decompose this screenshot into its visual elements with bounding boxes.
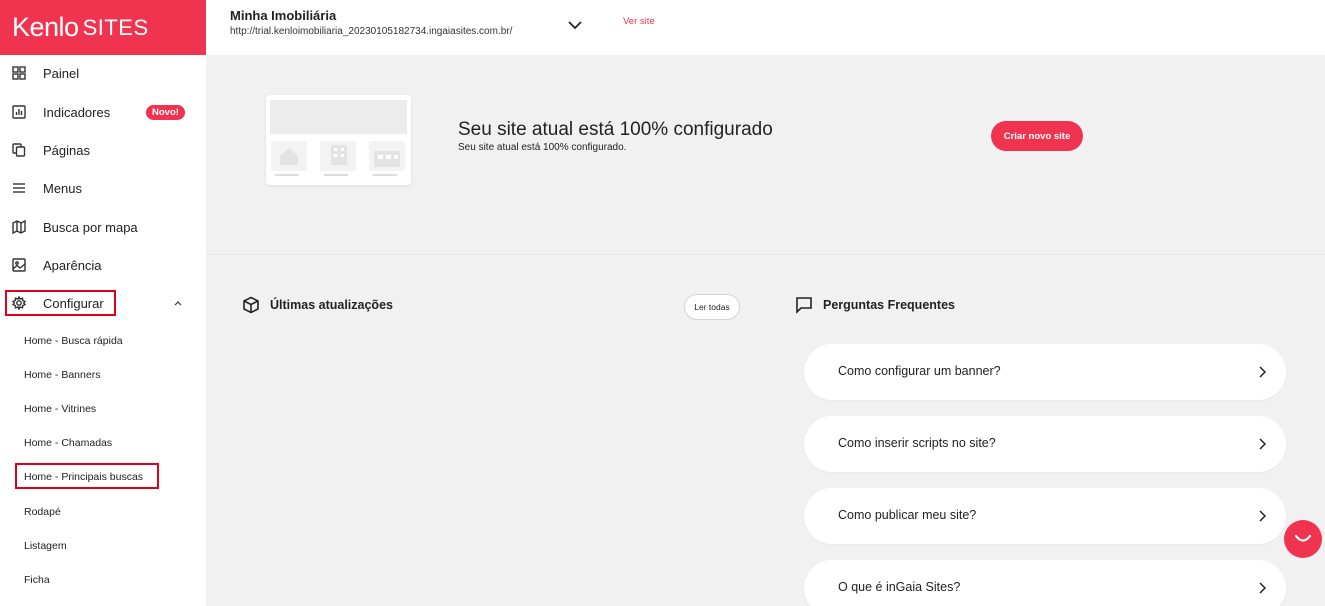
sidebar-item-label: Menus bbox=[43, 180, 83, 196]
image-icon bbox=[12, 258, 26, 272]
new-badge: Novo! bbox=[146, 105, 185, 120]
highlight-box-principais-buscas bbox=[15, 463, 159, 489]
sidebar-item-indicadores[interactable]: Indicadores Novo! bbox=[0, 95, 206, 129]
sidebar-item-painel[interactable]: Painel bbox=[0, 56, 206, 90]
faq-item-scripts[interactable]: Como inserir scripts no site? bbox=[804, 416, 1286, 472]
faq-question: Como configurar um banner? bbox=[838, 364, 1001, 378]
chevron-right-icon bbox=[1259, 438, 1266, 450]
chevron-down-icon[interactable] bbox=[566, 18, 584, 32]
chevron-up-icon[interactable] bbox=[174, 299, 182, 307]
map-icon bbox=[12, 220, 26, 234]
smile-icon bbox=[1294, 534, 1312, 542]
site-url: http://trial.kenloimobiliaria_2023010518… bbox=[230, 26, 513, 37]
subitem-listagem[interactable]: Listagem bbox=[24, 540, 67, 552]
store-icon bbox=[374, 151, 400, 167]
faq-question: Como publicar meu site? bbox=[838, 508, 977, 522]
faq-item-publicar[interactable]: Como publicar meu site? bbox=[804, 488, 1286, 544]
box-icon bbox=[243, 296, 259, 314]
top-header: Minha Imobiliária http://trial.kenloimob… bbox=[206, 0, 1325, 55]
chevron-right-icon bbox=[1259, 582, 1266, 594]
subitem-banners[interactable]: Home - Banners bbox=[24, 369, 100, 381]
faq-item-ingaia[interactable]: O que é inGaia Sites? bbox=[804, 560, 1286, 606]
house-icon bbox=[280, 148, 298, 165]
updates-header: Últimas atualizações bbox=[242, 296, 393, 314]
subitem-chamadas[interactable]: Home - Chamadas bbox=[24, 437, 112, 449]
sidebar-item-paginas[interactable]: Páginas bbox=[0, 133, 206, 167]
read-all-button[interactable]: Ler todas bbox=[684, 294, 740, 320]
sidebar: Kenlo SITES Painel Indicadores Novo! Pág… bbox=[0, 0, 206, 606]
building-icon bbox=[331, 145, 347, 165]
highlight-box-configurar bbox=[5, 290, 116, 316]
sidebar-item-label: Páginas bbox=[43, 142, 90, 158]
chevron-right-icon bbox=[1259, 366, 1266, 378]
brand-logo[interactable]: Kenlo SITES bbox=[0, 0, 206, 55]
banner-subtitle: Seu site atual está 100% configurado. bbox=[458, 142, 627, 153]
pages-icon bbox=[12, 143, 26, 157]
faq-item-banner[interactable]: Como configurar um banner? bbox=[804, 344, 1286, 400]
subitem-busca-rapida[interactable]: Home - Busca rápida bbox=[24, 335, 123, 347]
sidebar-item-busca-mapa[interactable]: Busca por mapa bbox=[0, 210, 206, 244]
chevron-right-icon bbox=[1259, 510, 1266, 522]
site-preview-illustration bbox=[266, 95, 411, 185]
faq-header: Perguntas Frequentes bbox=[795, 296, 955, 314]
subitem-rodape[interactable]: Rodapé bbox=[24, 506, 61, 518]
sidebar-item-menus[interactable]: Menus bbox=[0, 171, 206, 205]
sidebar-item-label: Aparência bbox=[43, 257, 102, 273]
sidebar-item-aparencia[interactable]: Aparência bbox=[0, 248, 206, 282]
sidebar-item-label: Busca por mapa bbox=[43, 219, 138, 235]
faq-question: Como inserir scripts no site? bbox=[838, 436, 996, 450]
chart-icon bbox=[12, 105, 26, 119]
status-banner: Seu site atual está 100% configurado Seu… bbox=[206, 55, 1325, 255]
brand-product: SITES bbox=[82, 14, 149, 40]
subitem-ficha[interactable]: Ficha bbox=[24, 574, 50, 586]
faq-question: O que é inGaia Sites? bbox=[838, 580, 961, 594]
chat-widget-button[interactable] bbox=[1284, 520, 1322, 558]
grid-icon bbox=[12, 66, 26, 80]
banner-title: Seu site atual está 100% configurado bbox=[458, 119, 773, 140]
subitem-vitrines[interactable]: Home - Vitrines bbox=[24, 403, 96, 415]
brand-name: Kenlo bbox=[12, 12, 79, 42]
view-site-link[interactable]: Ver site bbox=[623, 16, 655, 27]
faq-title: Perguntas Frequentes bbox=[823, 298, 955, 312]
chat-icon bbox=[796, 297, 812, 314]
sidebar-item-label: Indicadores bbox=[43, 104, 111, 120]
sidebar-item-label: Painel bbox=[43, 65, 80, 81]
menu-icon bbox=[12, 181, 26, 195]
site-name: Minha Imobiliária bbox=[230, 8, 337, 23]
create-new-site-button[interactable]: Criar novo site bbox=[991, 121, 1083, 151]
updates-title: Últimas atualizações bbox=[270, 298, 393, 312]
